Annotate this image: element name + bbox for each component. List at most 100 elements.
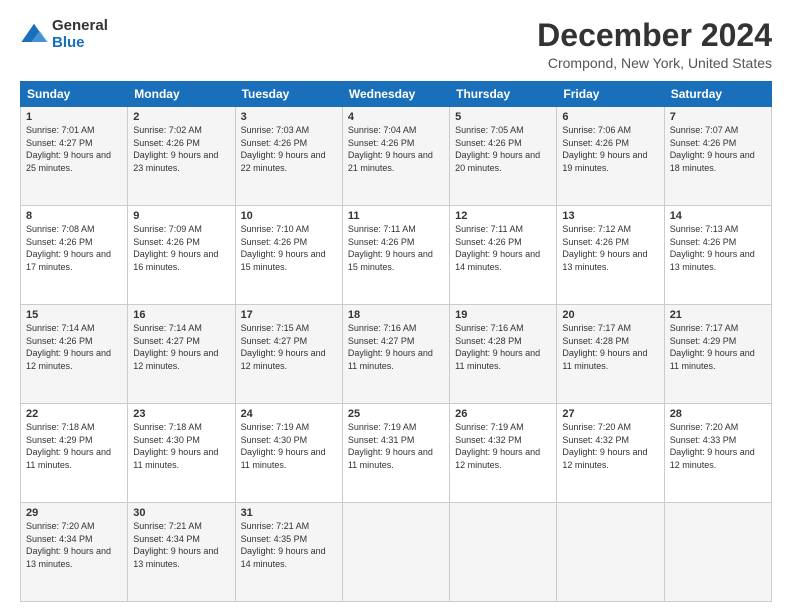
day-number: 4 <box>348 111 444 123</box>
day-number: 16 <box>133 309 229 321</box>
day-number: 11 <box>348 210 444 222</box>
calendar-body: 1Sunrise: 7:01 AMSunset: 4:27 PMDaylight… <box>21 107 772 602</box>
day-info: Sunrise: 7:19 AMSunset: 4:31 PMDaylight:… <box>348 421 444 471</box>
calendar-cell: 4Sunrise: 7:04 AMSunset: 4:26 PMDaylight… <box>342 107 449 206</box>
calendar-cell: 31Sunrise: 7:21 AMSunset: 4:35 PMDayligh… <box>235 503 342 602</box>
day-number: 26 <box>455 408 551 420</box>
day-info: Sunrise: 7:18 AMSunset: 4:29 PMDaylight:… <box>26 421 122 471</box>
day-info: Sunrise: 7:21 AMSunset: 4:35 PMDaylight:… <box>241 520 337 570</box>
calendar-cell: 26Sunrise: 7:19 AMSunset: 4:32 PMDayligh… <box>450 404 557 503</box>
calendar-cell <box>664 503 771 602</box>
day-number: 23 <box>133 408 229 420</box>
day-info: Sunrise: 7:10 AMSunset: 4:26 PMDaylight:… <box>241 223 337 273</box>
logo-general-text: General <box>52 18 108 35</box>
day-number: 12 <box>455 210 551 222</box>
day-number: 3 <box>241 111 337 123</box>
day-info: Sunrise: 7:04 AMSunset: 4:26 PMDaylight:… <box>348 124 444 174</box>
day-info: Sunrise: 7:06 AMSunset: 4:26 PMDaylight:… <box>562 124 658 174</box>
day-info: Sunrise: 7:19 AMSunset: 4:32 PMDaylight:… <box>455 421 551 471</box>
calendar-cell: 6Sunrise: 7:06 AMSunset: 4:26 PMDaylight… <box>557 107 664 206</box>
header: General Blue December 2024 Crompond, New… <box>20 18 772 71</box>
day-info: Sunrise: 7:20 AMSunset: 4:34 PMDaylight:… <box>26 520 122 570</box>
day-info: Sunrise: 7:02 AMSunset: 4:26 PMDaylight:… <box>133 124 229 174</box>
day-number: 13 <box>562 210 658 222</box>
day-info: Sunrise: 7:13 AMSunset: 4:26 PMDaylight:… <box>670 223 766 273</box>
main-title: December 2024 <box>537 18 772 53</box>
day-info: Sunrise: 7:11 AMSunset: 4:26 PMDaylight:… <box>348 223 444 273</box>
calendar-cell: 5Sunrise: 7:05 AMSunset: 4:26 PMDaylight… <box>450 107 557 206</box>
calendar-cell: 22Sunrise: 7:18 AMSunset: 4:29 PMDayligh… <box>21 404 128 503</box>
calendar-cell: 28Sunrise: 7:20 AMSunset: 4:33 PMDayligh… <box>664 404 771 503</box>
calendar-cell <box>450 503 557 602</box>
title-block: December 2024 Crompond, New York, United… <box>537 18 772 71</box>
day-info: Sunrise: 7:14 AMSunset: 4:26 PMDaylight:… <box>26 322 122 372</box>
calendar-cell <box>342 503 449 602</box>
day-info: Sunrise: 7:03 AMSunset: 4:26 PMDaylight:… <box>241 124 337 174</box>
day-info: Sunrise: 7:07 AMSunset: 4:26 PMDaylight:… <box>670 124 766 174</box>
day-number: 27 <box>562 408 658 420</box>
day-number: 7 <box>670 111 766 123</box>
calendar-week-row: 15Sunrise: 7:14 AMSunset: 4:26 PMDayligh… <box>21 305 772 404</box>
subtitle: Crompond, New York, United States <box>537 55 772 71</box>
day-number: 9 <box>133 210 229 222</box>
logo: General Blue <box>20 18 108 51</box>
day-info: Sunrise: 7:19 AMSunset: 4:30 PMDaylight:… <box>241 421 337 471</box>
day-number: 2 <box>133 111 229 123</box>
day-number: 10 <box>241 210 337 222</box>
calendar-cell: 16Sunrise: 7:14 AMSunset: 4:27 PMDayligh… <box>128 305 235 404</box>
calendar-header: Sunday Monday Tuesday Wednesday Thursday… <box>21 82 772 107</box>
day-number: 31 <box>241 507 337 519</box>
col-monday: Monday <box>128 82 235 107</box>
calendar-week-row: 29Sunrise: 7:20 AMSunset: 4:34 PMDayligh… <box>21 503 772 602</box>
calendar-cell: 9Sunrise: 7:09 AMSunset: 4:26 PMDaylight… <box>128 206 235 305</box>
calendar-cell: 10Sunrise: 7:10 AMSunset: 4:26 PMDayligh… <box>235 206 342 305</box>
calendar-cell: 8Sunrise: 7:08 AMSunset: 4:26 PMDaylight… <box>21 206 128 305</box>
day-info: Sunrise: 7:09 AMSunset: 4:26 PMDaylight:… <box>133 223 229 273</box>
day-number: 30 <box>133 507 229 519</box>
calendar-cell: 21Sunrise: 7:17 AMSunset: 4:29 PMDayligh… <box>664 305 771 404</box>
col-sunday: Sunday <box>21 82 128 107</box>
day-info: Sunrise: 7:08 AMSunset: 4:26 PMDaylight:… <box>26 223 122 273</box>
day-info: Sunrise: 7:01 AMSunset: 4:27 PMDaylight:… <box>26 124 122 174</box>
day-info: Sunrise: 7:05 AMSunset: 4:26 PMDaylight:… <box>455 124 551 174</box>
day-info: Sunrise: 7:21 AMSunset: 4:34 PMDaylight:… <box>133 520 229 570</box>
day-info: Sunrise: 7:11 AMSunset: 4:26 PMDaylight:… <box>455 223 551 273</box>
calendar-cell: 29Sunrise: 7:20 AMSunset: 4:34 PMDayligh… <box>21 503 128 602</box>
calendar-cell: 20Sunrise: 7:17 AMSunset: 4:28 PMDayligh… <box>557 305 664 404</box>
day-info: Sunrise: 7:20 AMSunset: 4:32 PMDaylight:… <box>562 421 658 471</box>
calendar-cell: 12Sunrise: 7:11 AMSunset: 4:26 PMDayligh… <box>450 206 557 305</box>
day-info: Sunrise: 7:17 AMSunset: 4:28 PMDaylight:… <box>562 322 658 372</box>
col-saturday: Saturday <box>664 82 771 107</box>
day-number: 15 <box>26 309 122 321</box>
day-number: 6 <box>562 111 658 123</box>
day-info: Sunrise: 7:20 AMSunset: 4:33 PMDaylight:… <box>670 421 766 471</box>
day-number: 24 <box>241 408 337 420</box>
day-info: Sunrise: 7:16 AMSunset: 4:27 PMDaylight:… <box>348 322 444 372</box>
calendar-table: Sunday Monday Tuesday Wednesday Thursday… <box>20 81 772 602</box>
col-thursday: Thursday <box>450 82 557 107</box>
day-info: Sunrise: 7:15 AMSunset: 4:27 PMDaylight:… <box>241 322 337 372</box>
day-number: 21 <box>670 309 766 321</box>
day-info: Sunrise: 7:16 AMSunset: 4:28 PMDaylight:… <box>455 322 551 372</box>
calendar-cell: 15Sunrise: 7:14 AMSunset: 4:26 PMDayligh… <box>21 305 128 404</box>
col-friday: Friday <box>557 82 664 107</box>
calendar-cell: 23Sunrise: 7:18 AMSunset: 4:30 PMDayligh… <box>128 404 235 503</box>
day-number: 25 <box>348 408 444 420</box>
calendar-cell: 13Sunrise: 7:12 AMSunset: 4:26 PMDayligh… <box>557 206 664 305</box>
calendar-cell: 11Sunrise: 7:11 AMSunset: 4:26 PMDayligh… <box>342 206 449 305</box>
calendar-cell: 1Sunrise: 7:01 AMSunset: 4:27 PMDaylight… <box>21 107 128 206</box>
calendar-cell: 25Sunrise: 7:19 AMSunset: 4:31 PMDayligh… <box>342 404 449 503</box>
day-number: 29 <box>26 507 122 519</box>
calendar-week-row: 22Sunrise: 7:18 AMSunset: 4:29 PMDayligh… <box>21 404 772 503</box>
calendar-week-row: 8Sunrise: 7:08 AMSunset: 4:26 PMDaylight… <box>21 206 772 305</box>
calendar-cell: 27Sunrise: 7:20 AMSunset: 4:32 PMDayligh… <box>557 404 664 503</box>
col-tuesday: Tuesday <box>235 82 342 107</box>
day-info: Sunrise: 7:12 AMSunset: 4:26 PMDaylight:… <box>562 223 658 273</box>
day-number: 17 <box>241 309 337 321</box>
day-number: 5 <box>455 111 551 123</box>
calendar-cell: 24Sunrise: 7:19 AMSunset: 4:30 PMDayligh… <box>235 404 342 503</box>
calendar-cell: 30Sunrise: 7:21 AMSunset: 4:34 PMDayligh… <box>128 503 235 602</box>
day-number: 18 <box>348 309 444 321</box>
header-row: Sunday Monday Tuesday Wednesday Thursday… <box>21 82 772 107</box>
calendar-cell: 19Sunrise: 7:16 AMSunset: 4:28 PMDayligh… <box>450 305 557 404</box>
